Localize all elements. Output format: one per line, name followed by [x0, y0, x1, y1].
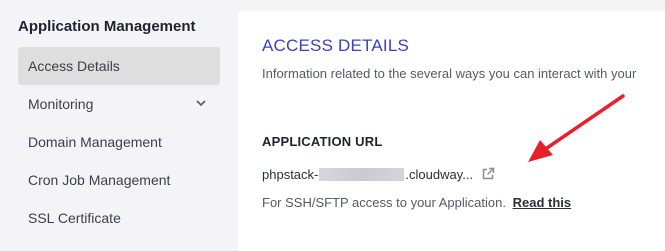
application-url-label: APPLICATION URL	[262, 134, 383, 149]
annotation-arrow	[528, 94, 625, 162]
page-description: Information related to the several ways …	[262, 66, 637, 81]
sidebar-item-cron-job-management[interactable]: Cron Job Management	[18, 161, 220, 199]
ssh-info-text: For SSH/SFTP access to your Application.	[262, 195, 506, 210]
sidebar-item-access-details[interactable]: Access Details	[18, 47, 220, 85]
sidebar-item-ssl-certificate[interactable]: SSL Certificate	[18, 199, 220, 237]
application-url: phpstack- .cloudway...	[262, 165, 495, 183]
sidebar-item-monitoring[interactable]: Monitoring	[18, 85, 220, 123]
read-this-link[interactable]: Read this	[513, 195, 572, 210]
sidebar-item-domain-management[interactable]: Domain Management	[18, 123, 220, 161]
external-link-icon[interactable]	[481, 167, 495, 181]
ssh-info: For SSH/SFTP access to your Application.…	[262, 195, 571, 210]
chevron-down-icon	[196, 100, 206, 107]
url-prefix: phpstack-	[262, 166, 319, 182]
sidebar-item-label: SSL Certificate	[28, 210, 121, 226]
sidebar: Application Management Access Details Mo…	[0, 0, 232, 240]
url-suffix: .cloudway...	[405, 166, 474, 182]
redacted-url-segment	[319, 167, 405, 181]
sidebar-item-label: Access Details	[28, 58, 120, 74]
sidebar-title: Application Management	[18, 18, 196, 35]
sidebar-item-label: Monitoring	[28, 96, 94, 112]
sidebar-item-label: Domain Management	[28, 134, 162, 150]
sidebar-item-label: Cron Job Management	[28, 172, 171, 188]
page-title: ACCESS DETAILS	[262, 36, 410, 55]
